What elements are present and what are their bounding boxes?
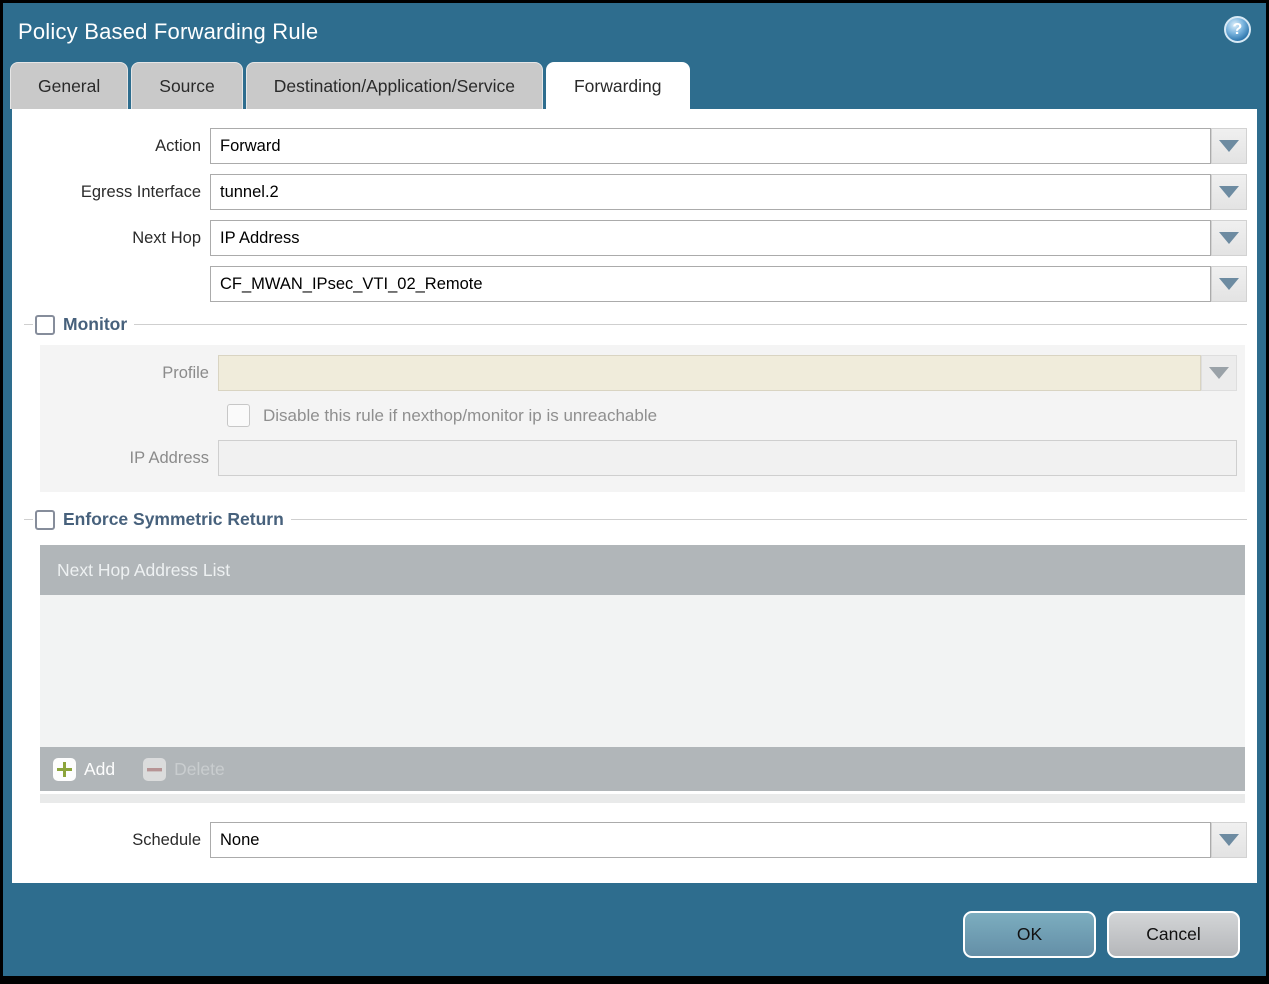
delete-button-label: Delete <box>174 758 225 779</box>
forwarding-tab-panel: Action Forward Egress Interface tunnel.2… <box>12 109 1257 883</box>
dialog-title: Policy Based Forwarding Rule <box>18 19 319 44</box>
table-column-header: Next Hop Address List <box>57 559 231 580</box>
egress-interface-label: Egress Interface <box>80 182 201 201</box>
table-footer-toolbar: Add Delete <box>40 747 1245 791</box>
tab-forwarding[interactable]: Forwarding <box>545 62 690 109</box>
next-hop-type-value: IP Address <box>220 228 300 247</box>
schedule-value: None <box>220 830 260 849</box>
egress-interface-dropdown-button[interactable] <box>1211 174 1247 210</box>
chevron-down-icon <box>1209 367 1229 379</box>
next-hop-label: Next Hop <box>132 228 201 247</box>
policy-based-forwarding-dialog: Policy Based Forwarding Rule ? General S… <box>3 3 1266 976</box>
next-hop-row: Next Hop IP Address <box>24 220 1247 256</box>
table-header-row: Next Hop Address List <box>40 545 1245 595</box>
monitor-section-header: Monitor <box>24 314 1247 335</box>
tab-source[interactable]: Source <box>131 62 243 109</box>
chevron-down-icon <box>1219 834 1239 846</box>
next-hop-address-dropdown-button[interactable] <box>1211 266 1247 302</box>
tab-general[interactable]: General <box>10 62 129 109</box>
minus-icon <box>143 757 167 781</box>
next-hop-dropdown-button[interactable] <box>1211 220 1247 256</box>
schedule-select[interactable]: None <box>210 822 1211 858</box>
action-dropdown-button[interactable] <box>1211 128 1247 164</box>
add-button[interactable]: Add <box>53 757 116 781</box>
ip-address-label: IP Address <box>129 448 210 467</box>
disable-rule-checkbox <box>227 404 250 427</box>
ip-address-input <box>218 440 1237 476</box>
schedule-label: Schedule <box>132 830 201 849</box>
chevron-down-icon <box>1219 232 1239 244</box>
chevron-down-icon <box>1219 186 1239 198</box>
chevron-down-icon <box>1219 140 1239 152</box>
table-horizontal-scrollbar[interactable] <box>40 794 1245 803</box>
schedule-dropdown-button[interactable] <box>1211 822 1247 858</box>
action-value: Forward <box>220 136 281 155</box>
next-hop-address-row: CF_MWAN_IPsec_VTI_02_Remote <box>24 266 1247 302</box>
add-button-label: Add <box>84 758 116 779</box>
next-hop-address-value: CF_MWAN_IPsec_VTI_02_Remote <box>220 274 483 293</box>
cancel-button[interactable]: Cancel <box>1107 911 1240 958</box>
table-body-empty[interactable] <box>40 595 1245 747</box>
egress-interface-row: Egress Interface tunnel.2 <box>24 174 1247 210</box>
disable-rule-label: Disable this rule if nexthop/monitor ip … <box>263 405 658 425</box>
action-label: Action <box>155 136 201 155</box>
monitor-panel: Profile Disable this rule if nexthop/mon… <box>40 345 1245 492</box>
monitor-section-title: Monitor <box>63 314 128 334</box>
delete-button: Delete <box>143 757 225 781</box>
chevron-down-icon <box>1219 278 1239 290</box>
enforce-symmetric-return-checkbox[interactable] <box>35 509 55 530</box>
symmetric-return-section-header: Enforce Symmetric Return <box>24 509 1247 530</box>
monitor-ip-address-row: IP Address <box>40 440 1237 476</box>
action-select[interactable]: Forward <box>210 128 1211 164</box>
action-row: Action Forward <box>24 128 1247 164</box>
disable-rule-row: Disable this rule if nexthop/monitor ip … <box>227 404 1237 427</box>
profile-dropdown-button <box>1201 355 1237 391</box>
profile-select <box>218 355 1201 391</box>
profile-label: Profile <box>162 363 209 382</box>
dialog-titlebar: Policy Based Forwarding Rule ? <box>3 3 1266 61</box>
next-hop-address-select[interactable]: CF_MWAN_IPsec_VTI_02_Remote <box>210 266 1211 302</box>
next-hop-address-list-table: Next Hop Address List Add Delete <box>40 545 1245 791</box>
profile-row: Profile <box>40 355 1237 391</box>
next-hop-type-select[interactable]: IP Address <box>210 220 1211 256</box>
egress-interface-select[interactable]: tunnel.2 <box>210 174 1211 210</box>
help-icon[interactable]: ? <box>1224 16 1251 43</box>
tab-bar: General Source Destination/Application/S… <box>3 61 1266 109</box>
symmetric-return-section-title: Enforce Symmetric Return <box>63 509 284 529</box>
monitor-checkbox[interactable] <box>35 314 55 335</box>
tab-destination-application-service[interactable]: Destination/Application/Service <box>245 62 543 109</box>
plus-icon <box>53 757 76 781</box>
ok-button[interactable]: OK <box>963 911 1096 958</box>
egress-interface-value: tunnel.2 <box>220 182 279 201</box>
schedule-row: Schedule None <box>24 822 1247 858</box>
